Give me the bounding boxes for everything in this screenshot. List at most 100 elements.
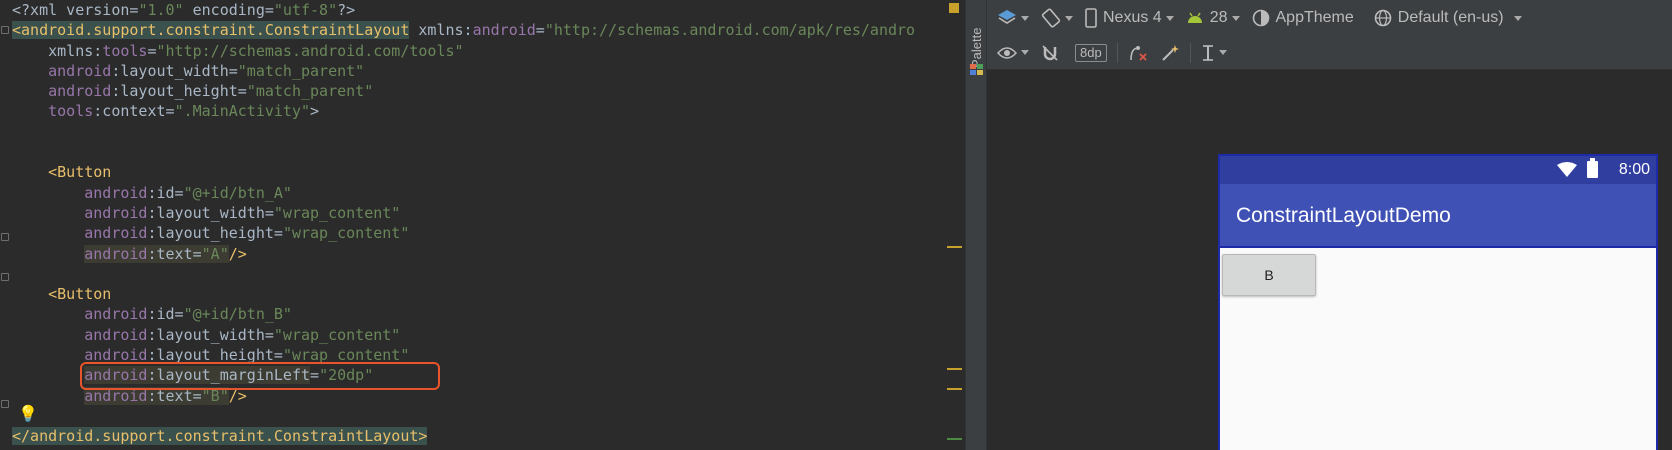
api-level-dropdown[interactable]: 28 (1180, 0, 1246, 36)
fold-marker-icon[interactable] (1, 233, 9, 241)
code-line[interactable]: android:id="@+id/btn_B" (12, 304, 915, 324)
battery-icon (1587, 158, 1598, 178)
clear-constraints-button[interactable] (1122, 36, 1154, 69)
device-label: Nexus 4 (1103, 9, 1162, 26)
code-line[interactable]: android:layout_width="wrap_content" (12, 325, 915, 345)
code-line[interactable]: <Button (12, 162, 915, 182)
theme-dropdown[interactable]: AppTheme (1246, 0, 1360, 36)
warning-mark[interactable] (947, 246, 962, 248)
code-line[interactable]: android:layout_width="wrap_content" (12, 203, 915, 223)
fold-marker-icon[interactable] (1, 400, 9, 408)
palette-tool-strip[interactable]: Palette (965, 0, 987, 450)
code-token: android (48, 82, 112, 101)
code-token: "utf-8" (273, 1, 338, 19)
orientation-dropdown[interactable] (1035, 0, 1079, 36)
code-token: ?> (337, 1, 356, 19)
xml-editor[interactable]: <?xml version="1.0" encoding="utf-8"?> <a… (0, 0, 965, 450)
device-dropdown[interactable]: Nexus 4 (1079, 0, 1180, 36)
palette-tab-label[interactable]: Palette (969, 8, 985, 68)
theme-icon (1252, 9, 1269, 27)
code-token: :layout_height= (111, 82, 247, 101)
chevron-down-icon (1165, 15, 1174, 21)
code-line[interactable]: <Button (12, 284, 915, 304)
locale-label: Default (en-us) (1397, 9, 1504, 26)
infer-constraints-button[interactable] (1154, 36, 1186, 69)
lightbulb-icon[interactable]: 💡 (18, 404, 38, 423)
inspection-status-icon[interactable] (949, 3, 959, 13)
code-line[interactable] (12, 406, 915, 426)
code-line[interactable]: tools:context=".MainActivity"> (12, 101, 915, 121)
guidelines-dropdown[interactable] (1195, 36, 1233, 69)
error-stripe[interactable] (945, 0, 965, 450)
device-preview[interactable]: 8:00 ConstraintLayoutDemo B (1218, 154, 1658, 450)
code-line[interactable]: android:text="A"/> (12, 244, 915, 264)
code-token: :id= (147, 305, 184, 324)
ok-mark (947, 438, 962, 440)
view-options-dropdown[interactable] (987, 36, 1035, 69)
code-token: "http://schemas.android.com/tools" (156, 41, 464, 60)
chevron-down-icon (1231, 15, 1240, 21)
code-token: android (84, 244, 148, 263)
code-token: /> (228, 244, 247, 263)
default-margin-control[interactable]: 8dp (1065, 36, 1113, 69)
code-token: = (147, 41, 157, 60)
code-token: "@+id/btn_A" (183, 183, 292, 202)
code-line[interactable]: <android.support.constraint.ConstraintLa… (12, 20, 915, 40)
code-token: android (472, 21, 536, 40)
code-token: :layout_width= (147, 325, 274, 344)
fold-marker-icon[interactable] (1, 273, 9, 281)
code-token: :context= (93, 102, 175, 121)
chevron-down-icon (1218, 50, 1227, 55)
autoconnect-toggle[interactable] (1035, 36, 1065, 69)
code-token: ".MainActivity" (174, 102, 311, 121)
layers-dropdown[interactable] (987, 0, 1035, 36)
code-token: tools (48, 102, 94, 121)
code-line[interactable]: android:layout_width="match_parent" (12, 61, 915, 81)
code-token: "wrap_content" (273, 203, 401, 222)
code-token: :layout_height= (147, 224, 283, 243)
code-line[interactable]: android:layout_height="match_parent" (12, 81, 915, 101)
locale-dropdown[interactable]: Default (en-us) (1368, 0, 1528, 36)
code-line[interactable]: android:layout_height="wrap_content" (12, 223, 915, 243)
api-level-label: 28 (1209, 9, 1228, 26)
theme-label: AppTheme (1275, 9, 1354, 26)
code-token: :id= (147, 183, 184, 202)
status-bar: 8:00 (1220, 156, 1656, 184)
code-token: "wrap_content" (273, 325, 401, 344)
design-toolbar-top: Nexus 4 28 AppTheme Default (en-us) (987, 0, 1672, 36)
code-line[interactable]: </android.support.constraint.ConstraintL… (12, 426, 915, 446)
warning-mark[interactable] (947, 388, 962, 390)
code-token: "wrap_content" (282, 224, 410, 243)
palette-icon (970, 64, 983, 75)
code-token: "@+id/btn_B" (183, 305, 292, 324)
code-token: <?xml version= (12, 1, 139, 19)
code-token: :layout_width= (147, 203, 274, 222)
code-line[interactable] (12, 264, 915, 284)
warning-mark[interactable] (947, 368, 962, 370)
layout-canvas[interactable]: B (1220, 248, 1656, 450)
status-time: 8:00 (1618, 161, 1650, 178)
code-token: "http://schemas.android.com/apk/res/andr… (544, 21, 916, 40)
clear-constraints-icon (1129, 45, 1147, 61)
code-line[interactable]: xmlns:tools="http://schemas.android.com/… (12, 41, 915, 61)
code-token: > (310, 102, 320, 121)
android-icon (1187, 12, 1202, 23)
code-line[interactable] (12, 142, 915, 162)
button-b[interactable]: B (1222, 254, 1316, 296)
code-line[interactable]: <?xml version="1.0" encoding="utf-8"?> (12, 0, 915, 20)
code-token: = (535, 21, 545, 40)
fold-marker-icon[interactable] (1, 26, 9, 34)
magic-wand-icon (1161, 44, 1179, 61)
default-margin-value[interactable]: 8dp (1075, 43, 1107, 62)
code-line[interactable] (12, 122, 915, 142)
code-line[interactable]: android:id="@+id/btn_A" (12, 183, 915, 203)
code-token: "match_parent" (237, 61, 365, 80)
